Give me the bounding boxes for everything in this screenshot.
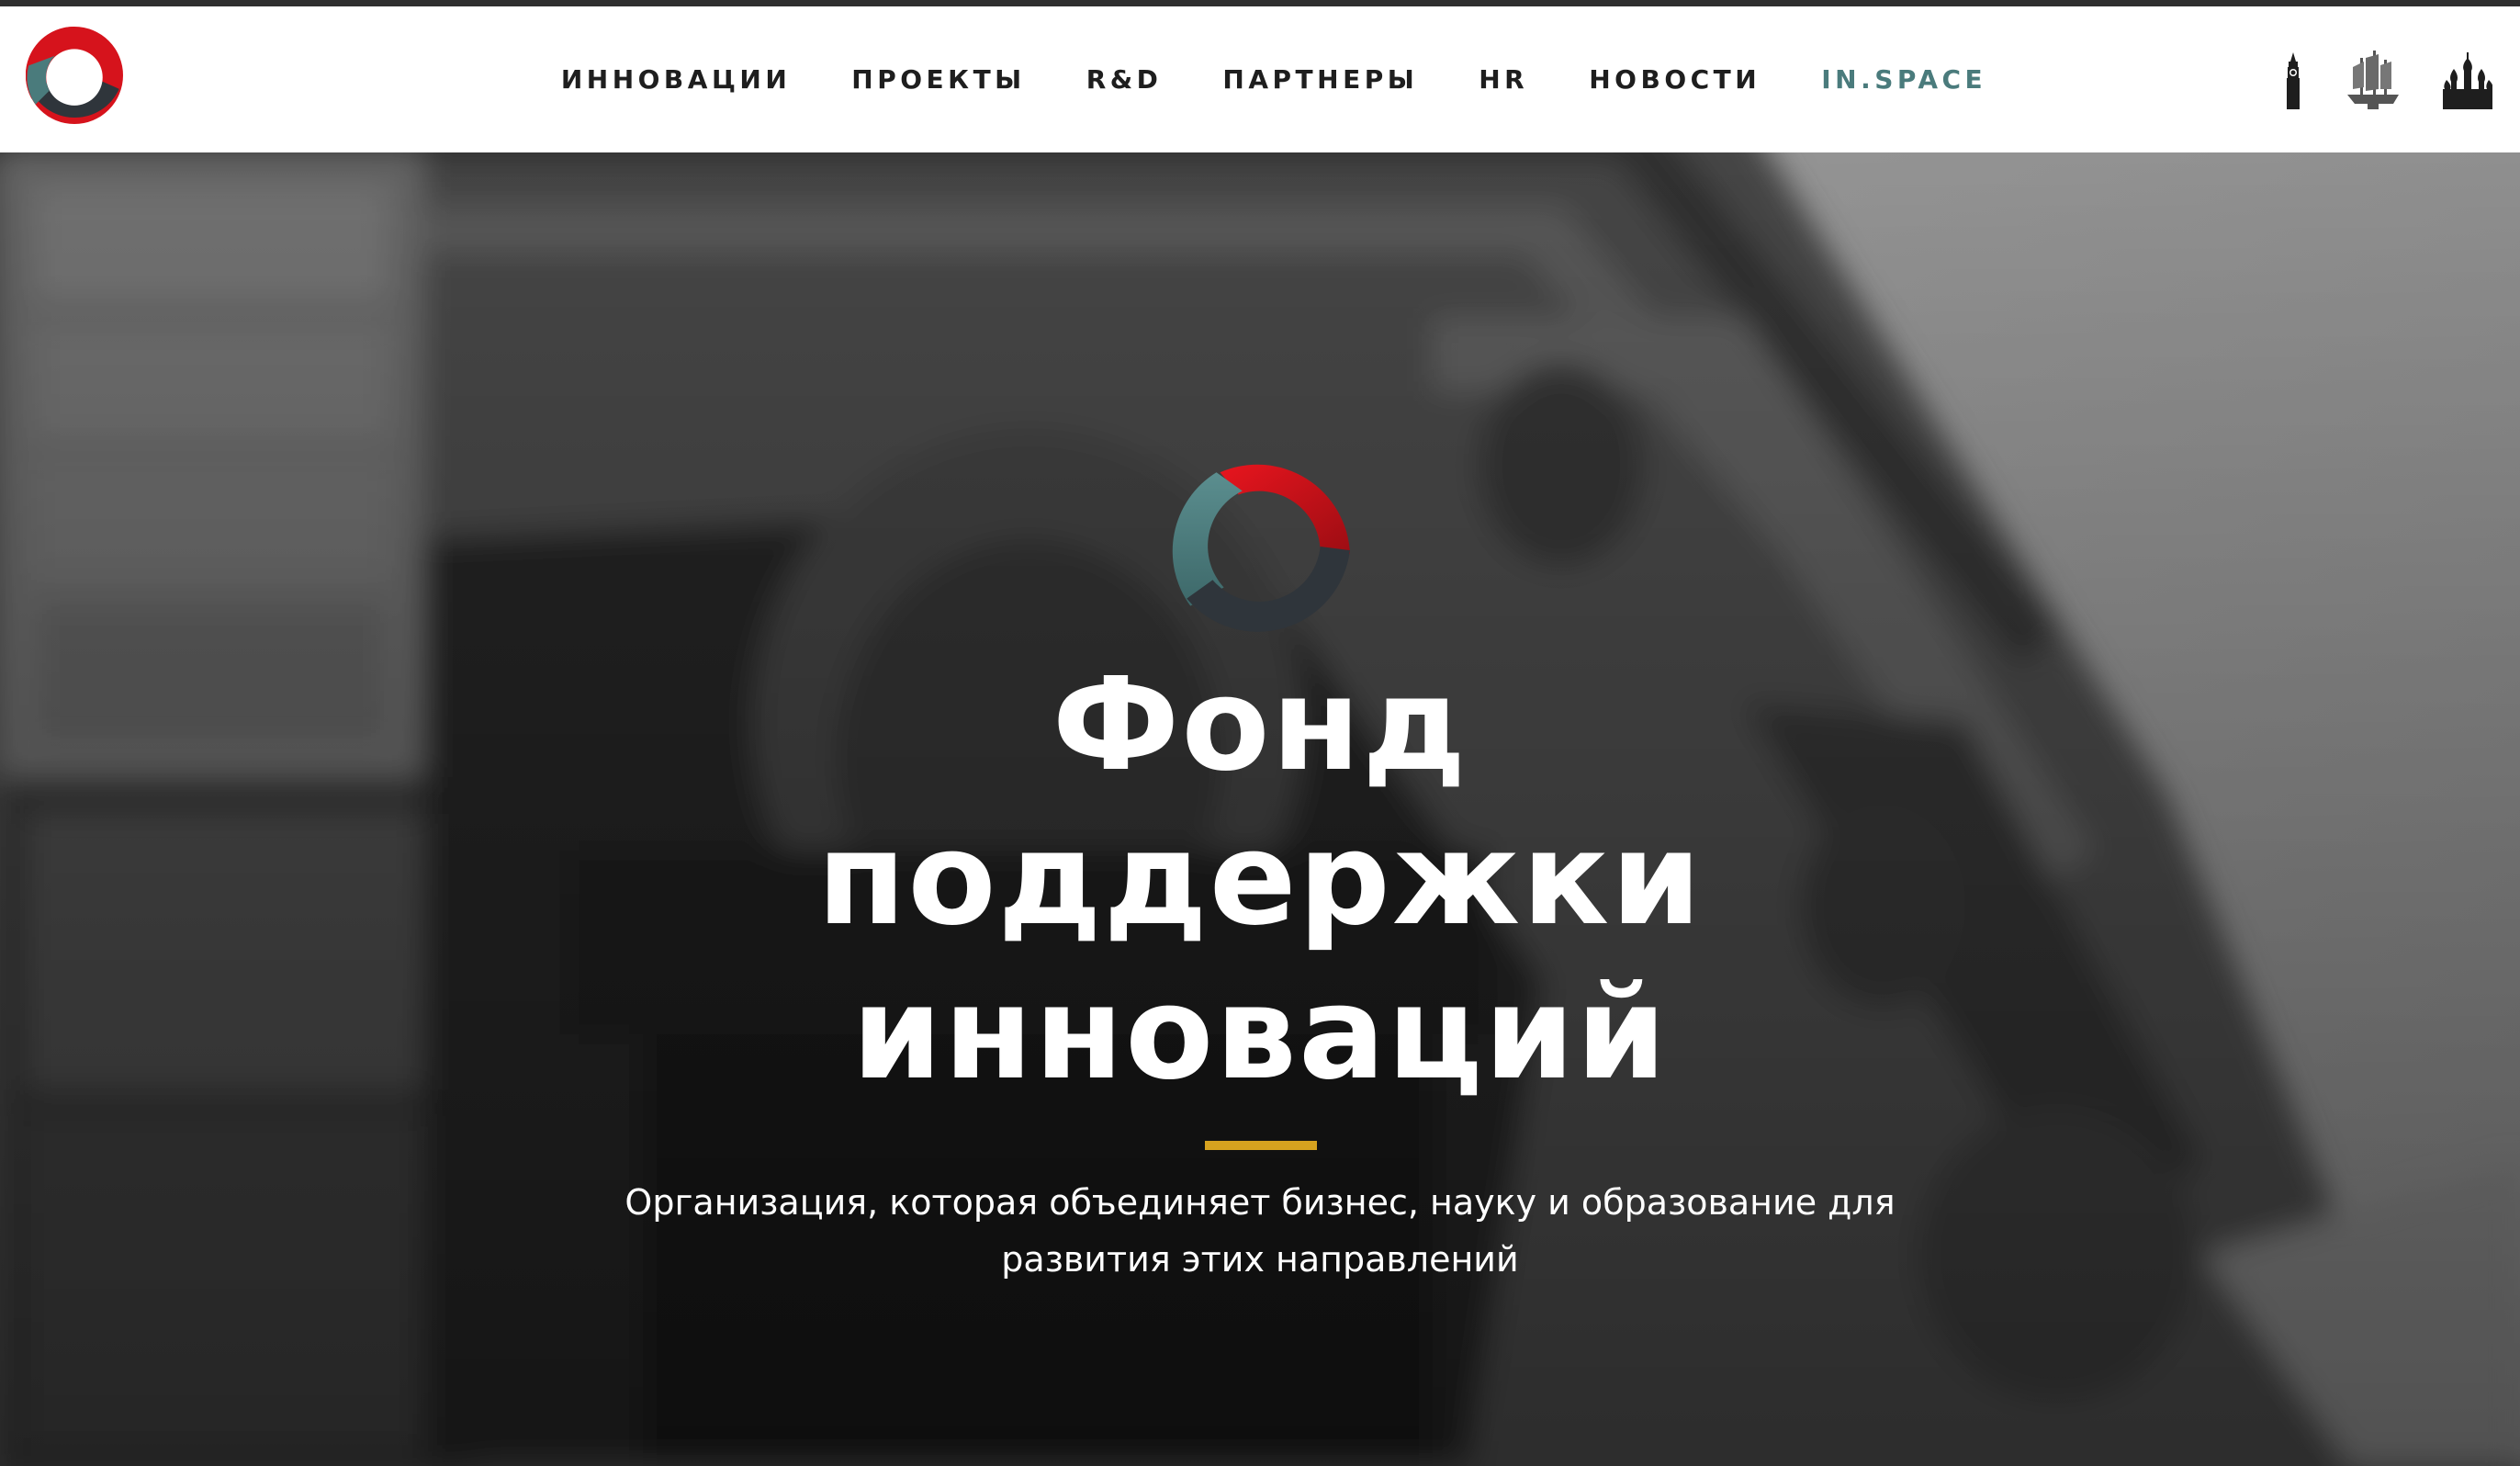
hero-title: Фонд поддержки инноваций (525, 648, 1995, 1111)
nav-item-projects[interactable]: ПРОЕКТЫ (821, 64, 1055, 95)
nav-item-hr[interactable]: HR (1448, 64, 1558, 95)
nav-item-partners[interactable]: ПАРТНЕРЫ (1192, 64, 1448, 95)
hero-title-line: Фонд (1052, 650, 1468, 800)
hero-subtitle-line: развития этих направлений (1001, 1239, 1519, 1280)
nav-item-news[interactable]: НОВОСТИ (1558, 64, 1791, 95)
fund-logo[interactable] (26, 27, 123, 124)
nav-item-inspace[interactable]: IN.SPACE (1791, 64, 2017, 95)
big-ben-icon[interactable] (2283, 52, 2303, 109)
hero-title-line: поддержки (816, 805, 1704, 954)
hero-logo-icon (1172, 464, 1350, 632)
hero-content: Фонд поддержки инноваций Организация, ко… (0, 152, 2520, 1466)
hero-subtitle: Организация, которая объединяет бизнес, … (617, 1174, 1903, 1288)
nav-item-rnd[interactable]: R&D (1056, 64, 1193, 95)
main-nav: ИННОВАЦИИ ПРОЕКТЫ R&D ПАРТНЕРЫ HR НОВОСТ… (0, 6, 2520, 152)
hero-divider (1205, 1141, 1317, 1150)
hero-section: Фонд поддержки инноваций Организация, ко… (0, 152, 2520, 1466)
site-header: ИННОВАЦИИ ПРОЕКТЫ R&D ПАРТНЕРЫ HR НОВОСТ… (0, 6, 2520, 152)
top-border (0, 0, 2520, 6)
ship-monument-icon[interactable] (2344, 49, 2402, 109)
kremlin-icon[interactable] (2443, 52, 2492, 109)
city-switcher (2283, 43, 2492, 109)
nav-item-innovations[interactable]: ИННОВАЦИИ (531, 64, 821, 95)
hero-title-line: инноваций (851, 959, 1669, 1109)
hero-subtitle-line: Организация, которая объединяет бизнес, … (624, 1182, 1896, 1223)
